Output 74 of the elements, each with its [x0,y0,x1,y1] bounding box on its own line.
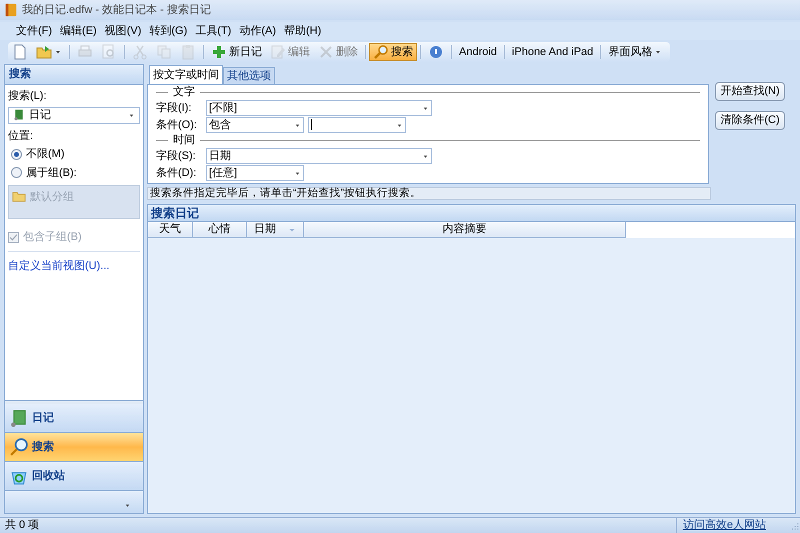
section-title: 文字 [173,84,195,100]
toolbar-button[interactable]: iPhone And iPad [508,43,598,61]
menu-item[interactable]: 转到(G) [145,22,192,40]
column-header[interactable]: 日期 [247,222,304,238]
field-label: 搜索(L): [8,88,48,104]
copy-icon [156,44,172,60]
toolbar-button[interactable]: 搜索 [369,43,417,61]
overflow-button[interactable] [5,491,143,513]
panel-header: 搜索 [5,65,143,85]
nav-button[interactable]: 回收站 [5,462,143,491]
menu-item[interactable]: 编辑(E) [56,22,101,40]
folder-icon [12,189,26,203]
cross-icon [318,44,334,60]
radio-label[interactable]: 属于组(B): [26,164,77,181]
tab[interactable]: 其他选项 [223,67,275,84]
link[interactable]: 自定义当前视图(U)... [8,258,140,274]
search-icon [10,438,28,456]
book-icon [13,109,25,121]
combo-box[interactable]: 包含 [206,117,304,133]
scissors-icon [132,44,148,60]
column-header[interactable]: 内容摘要 [304,222,626,238]
field-label: 条件(D): [156,166,198,181]
caret-icon [654,48,662,56]
folder-icon [36,44,52,60]
menu-item[interactable]: 工具(T) [191,22,236,40]
radio-label[interactable]: 不限(M) [26,146,64,162]
combo-box[interactable]: [任意] [206,165,304,181]
menu-item[interactable]: 视图(V) [100,22,146,40]
radio-button[interactable] [11,167,22,178]
field-label: 字段(S): [156,148,197,164]
status-text: 共 0 项 [4,518,40,533]
clipboard-icon [180,44,196,60]
section-title: 时间 [173,133,195,148]
combo-box[interactable]: 日期 [206,148,432,164]
plus-icon [211,44,227,60]
caret-icon [294,122,301,128]
notebook-icon [4,3,18,17]
radio-button[interactable] [11,148,22,160]
caret-icon [294,170,301,176]
book-icon [10,409,28,427]
menu-item[interactable]: 文件(F) [12,22,56,40]
search-icon [373,44,389,60]
toolbar-button[interactable]: Android [455,43,501,61]
caret-icon [124,502,131,509]
help-icon [428,44,444,60]
hint-text: 搜索条件指定完毕后，请单击“开始查找”按钮执行搜索。 [147,187,711,200]
caret-icon [422,152,429,160]
combo-box[interactable]: 日记 [8,106,140,124]
field-label: 条件(O): [156,118,198,133]
toolbar-button[interactable]: 界面风格 [604,43,666,61]
check-icon [9,232,18,242]
caret-icon [54,48,62,56]
panel-header: 搜索日记 [148,205,795,222]
window-title: 我的日记.edfw - 效能日记本 - 搜索日记 [22,2,211,18]
menu-item[interactable]: 帮助(H) [280,22,326,40]
toolbar-button[interactable]: 新日记 [207,43,266,61]
combo-box[interactable]: [不限] [206,100,432,116]
pencil-icon [270,44,286,60]
menu-item[interactable]: 动作(A) [235,22,280,40]
nav-button[interactable]: 搜索 [5,433,143,462]
push-button[interactable]: 清除条件(C) [715,111,785,130]
document-icon [12,44,28,60]
caret-icon [128,112,135,118]
caret-icon [396,122,403,128]
nav-button[interactable]: 日记 [5,404,143,433]
field-label: 字段(I): [156,100,192,116]
caret-icon [422,104,429,112]
push-button[interactable]: 开始查找(N) [715,82,785,101]
column-header[interactable]: 心情 [193,222,247,238]
link[interactable]: 访问高效e人网站 [676,517,772,533]
combo-box[interactable] [308,117,406,133]
field-label: 位置: [8,128,34,144]
tab[interactable]: 按文字或时间 [149,65,223,84]
column-header[interactable]: 天气 [148,222,193,238]
